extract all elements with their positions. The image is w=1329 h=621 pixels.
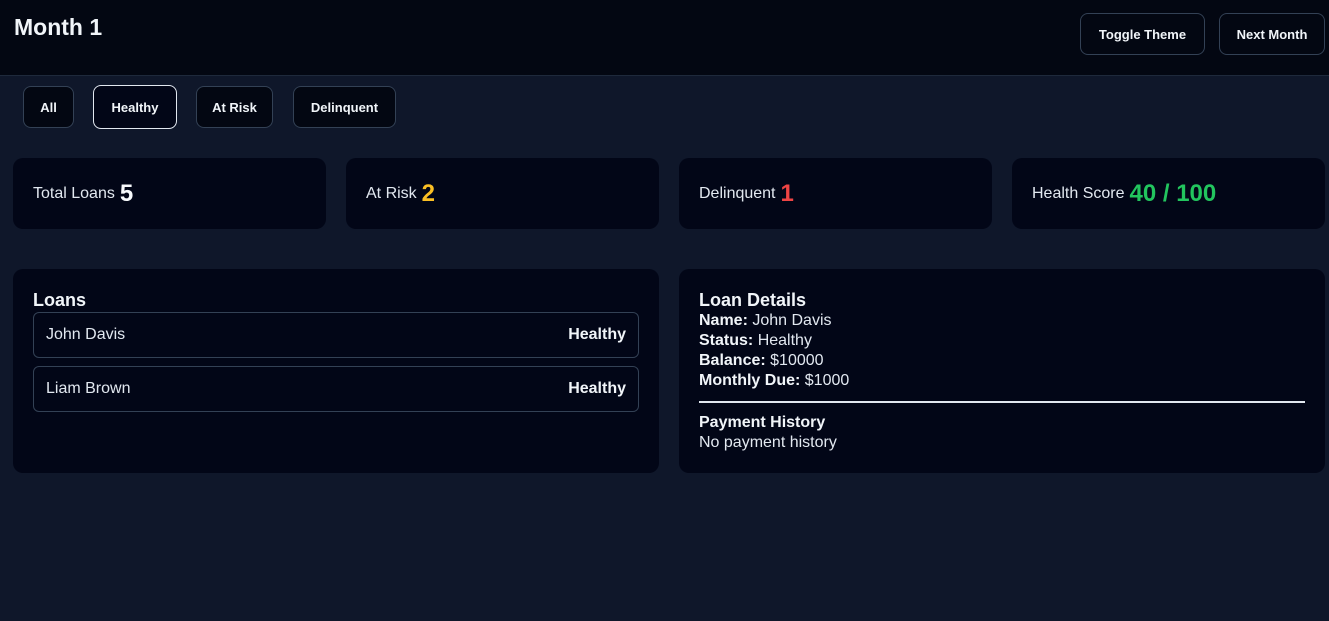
stat-total-loans: Total Loans 5 [13,158,326,229]
stat-value: 2 [421,179,436,207]
stat-health-score: Health Score 40 / 100 [1012,158,1325,229]
next-month-button[interactable]: Next Month [1219,13,1325,55]
loan-list-item[interactable]: Liam Brown Healthy [33,366,639,412]
detail-status: Status: Healthy [699,332,812,349]
filter-healthy-button[interactable]: Healthy [93,85,177,129]
loans-panel-title: Loans [33,290,87,310]
stat-value: 1 [780,179,794,207]
stat-label: Delinquent [699,184,776,202]
loans-panel: Loans John Davis Healthy Liam Brown Heal… [13,269,659,473]
stat-label: Total Loans [33,184,115,202]
filter-at-risk-button[interactable]: At Risk [196,86,273,128]
loan-status: Healthy [568,326,626,343]
top-bar: Month 1 Toggle Theme Next Month [0,0,1329,76]
divider [699,401,1305,403]
stat-delinquent: Delinquent 1 [679,158,992,229]
stat-at-risk: At Risk 2 [346,158,659,229]
payment-history-empty: No payment history [699,434,837,451]
loan-list-item[interactable]: John Davis Healthy [33,312,639,358]
payment-history-title: Payment History [699,414,826,431]
toggle-theme-button[interactable]: Toggle Theme [1080,13,1205,55]
loan-details-panel: Loan Details Name: John Davis Status: He… [679,269,1325,473]
filter-delinquent-button[interactable]: Delinquent [293,86,396,128]
detail-name: Name: John Davis [699,312,832,329]
filter-all-button[interactable]: All [23,86,74,128]
stat-label: Health Score [1032,184,1125,202]
stat-value: 40 / 100 [1129,179,1217,207]
stat-value: 5 [119,179,134,207]
loan-name: Liam Brown [46,380,131,397]
stat-label: At Risk [366,184,417,202]
page-title: Month 1 [14,14,103,40]
detail-monthly-due: Monthly Due: $1000 [699,372,850,389]
loan-status: Healthy [568,380,626,397]
loan-name: John Davis [46,326,126,343]
loan-details-title: Loan Details [699,290,807,310]
detail-balance: Balance: $10000 [699,352,824,369]
loan-details-fields: Name: John Davis Status: Healthy Balance… [699,311,849,391]
